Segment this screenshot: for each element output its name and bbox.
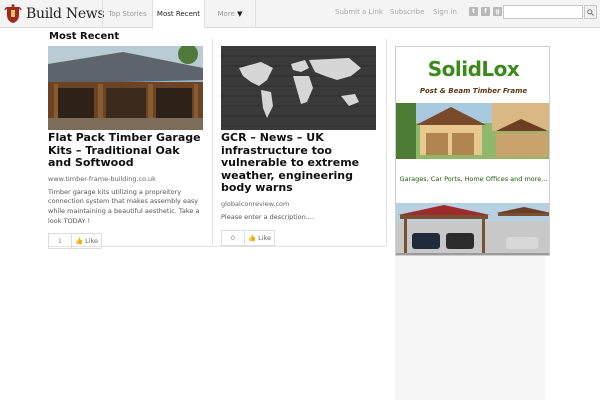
- thumbs-up-icon: 👍: [75, 237, 84, 246]
- like-button[interactable]: 👍 Like: [72, 233, 103, 250]
- google-plus-icon[interactable]: g: [493, 7, 502, 16]
- article-title[interactable]: Flat Pack Timber Garage Kits – Tradition…: [48, 131, 203, 170]
- top-navigation-bar: Build News Top Stories Most Recent More …: [0, 0, 600, 29]
- like-bar: 0 👍 Like: [221, 229, 376, 246]
- search-button[interactable]: [584, 5, 597, 19]
- like-count: 0: [221, 229, 245, 246]
- article-thumbnail[interactable]: [48, 46, 203, 130]
- crest-icon: [4, 4, 22, 23]
- ad-caption: Garages, Car Ports, Home Offices and mor…: [399, 175, 548, 183]
- article-source[interactable]: www.timber-frame-building.co.uk: [48, 175, 203, 183]
- tab-label: Top Stories: [108, 10, 147, 18]
- like-label: Like: [85, 237, 99, 246]
- article-thumbnail[interactable]: [221, 46, 376, 130]
- twitter-icon[interactable]: t: [469, 7, 478, 16]
- like-label: Like: [258, 233, 272, 242]
- column-divider: [386, 39, 387, 246]
- caret-down-icon: ▼: [237, 10, 243, 18]
- subscribe-link[interactable]: Subscribe: [390, 0, 424, 25]
- thumbs-up-icon: 👍: [248, 233, 257, 242]
- submit-link[interactable]: Submit a Link: [335, 0, 383, 25]
- ad-photo-garages: [396, 103, 549, 159]
- article-description: Please enter a description....: [221, 212, 315, 221]
- article-description: Timber garage kits utilizing a propreito…: [48, 187, 200, 225]
- tab-top-stories[interactable]: Top Stories: [102, 0, 152, 28]
- sidebar-advert[interactable]: SolidLox Post & Beam Timber Frame Garage…: [395, 46, 550, 256]
- section-title: Most Recent: [49, 31, 120, 42]
- site-name: Build News: [26, 6, 105, 22]
- sign-in-link[interactable]: Sign in: [433, 0, 457, 25]
- article-title[interactable]: GCR – News – UK infrastructure too vulne…: [221, 131, 376, 195]
- like-bar: 1 👍 Like: [48, 233, 203, 250]
- article-card: GCR – News – UK infrastructure too vulne…: [221, 46, 376, 246]
- ad-brand: SolidLox: [427, 57, 520, 81]
- article-source[interactable]: globalconreview.com: [221, 200, 376, 208]
- article-card: Flat Pack Timber Garage Kits – Tradition…: [48, 46, 203, 250]
- search-input[interactable]: [503, 5, 583, 19]
- tab-most-recent[interactable]: Most Recent: [152, 0, 204, 29]
- column-divider: [212, 39, 213, 246]
- like-count: 1: [48, 233, 72, 250]
- site-logo[interactable]: Build News: [4, 3, 105, 25]
- facebook-icon[interactable]: f: [481, 7, 490, 16]
- ad-photo-carports: [396, 203, 549, 255]
- like-button[interactable]: 👍 Like: [245, 229, 276, 246]
- tab-more[interactable]: More ▼: [204, 0, 256, 28]
- tab-label: Most Recent: [156, 10, 201, 18]
- ad-subtitle: Post & Beam Timber Frame: [419, 87, 528, 95]
- search-icon: [587, 9, 594, 16]
- tab-label: More: [217, 10, 235, 18]
